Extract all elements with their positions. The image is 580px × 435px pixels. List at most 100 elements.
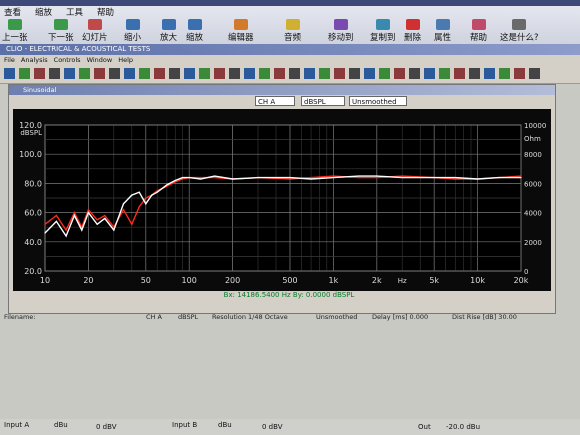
y2-tick-label: 2000 <box>524 239 542 247</box>
app-toolbar-button[interactable] <box>499 68 510 79</box>
app-toolbar-button[interactable] <box>4 68 15 79</box>
data-point-1 <box>174 179 176 182</box>
app-toolbar-button[interactable] <box>319 68 330 79</box>
viewer-tool-11[interactable]: 属性 <box>434 19 451 43</box>
data-point-0 <box>310 176 312 179</box>
app-toolbar-button[interactable] <box>49 68 60 79</box>
app-toolbar-button[interactable] <box>124 68 135 79</box>
data-point-0 <box>181 178 184 180</box>
app-toolbar-button[interactable] <box>64 68 75 79</box>
app-toolbar-button[interactable] <box>529 68 540 79</box>
app-toolbar-button[interactable] <box>424 68 435 79</box>
input-b-value[interactable]: 0 dBV <box>262 423 283 431</box>
menu-tools[interactable]: 工具 <box>66 6 83 18</box>
app-toolbar-button[interactable] <box>334 68 345 79</box>
data-point-1 <box>138 191 140 193</box>
data-point-1 <box>122 203 125 205</box>
app-toolbar-button[interactable] <box>139 68 150 79</box>
app-menu-window[interactable]: Window <box>87 55 113 65</box>
app-toolbar-button[interactable] <box>439 68 450 79</box>
app-toolbar-button[interactable] <box>304 68 315 79</box>
app-toolbar-button[interactable] <box>154 68 165 79</box>
app-toolbar-button[interactable] <box>244 68 255 79</box>
app-toolbar-button[interactable] <box>364 68 375 79</box>
x-tick-label: 100 <box>182 276 197 285</box>
viewer-tool-6[interactable]: 编辑器 <box>228 19 254 43</box>
whats-this-icon <box>512 19 527 30</box>
app-toolbar-button[interactable] <box>454 68 465 79</box>
app-menu-help[interactable]: Help <box>118 55 133 65</box>
viewer-tool-1[interactable]: 下一张 <box>48 19 74 43</box>
input-a-unit: dBu <box>54 421 68 429</box>
app-toolbar-button[interactable] <box>409 68 420 79</box>
app-toolbar-button[interactable] <box>259 68 270 79</box>
app-toolbar-button[interactable] <box>109 68 120 79</box>
viewer-tool-label: 上一张 <box>2 33 28 43</box>
input-b-label: Input B <box>172 421 198 429</box>
channel-select[interactable]: CH A <box>255 96 295 106</box>
input-a-value[interactable]: 0 dBV <box>96 423 117 431</box>
app-toolbar-button[interactable] <box>274 68 285 79</box>
viewer-tool-label: 移动到 <box>328 33 354 43</box>
viewer-tool-13[interactable]: 这是什么? <box>500 19 539 43</box>
units-select-value: dBSPL <box>304 98 326 106</box>
y-tick-label: 100.0 <box>19 150 42 159</box>
data-point-1 <box>257 176 259 179</box>
data-point-0 <box>138 206 140 208</box>
viewer-tool-label: 下一张 <box>48 33 74 43</box>
app-toolbar-button[interactable] <box>199 68 210 79</box>
viewer-tool-7[interactable]: 音频 <box>284 19 301 43</box>
data-point-0 <box>401 175 403 177</box>
app-title-bar: CLIO - ELECTRICAL & ACOUSTICAL TESTS <box>0 44 580 55</box>
app-toolbar-button[interactable] <box>184 68 195 79</box>
app-toolbar-button[interactable] <box>469 68 480 79</box>
app-toolbar-button[interactable] <box>394 68 405 79</box>
x-tick-label: 200 <box>225 276 240 285</box>
viewer-tool-3[interactable]: 缩小 <box>124 19 141 43</box>
app-menu-analysis[interactable]: Analysis <box>21 55 48 65</box>
app-menu-controls[interactable]: Controls <box>54 55 81 65</box>
viewer-tool-4[interactable]: 放大 <box>160 19 177 43</box>
viewer-tool-0[interactable]: 上一张 <box>2 19 28 43</box>
menu-zoom[interactable]: 缩放 <box>35 6 52 18</box>
data-point-1 <box>188 176 190 179</box>
app-toolbar-button[interactable] <box>514 68 525 79</box>
data-point-1 <box>401 176 403 179</box>
app-toolbar-button[interactable] <box>34 68 45 79</box>
status-line: Filename: CH A dBSPL Resolution 1/48 Oct… <box>0 311 580 323</box>
output-value[interactable]: -20.0 dBu <box>446 423 480 431</box>
data-point-0 <box>87 209 90 211</box>
app-toolbar-button[interactable] <box>229 68 240 79</box>
app-toolbar-button[interactable] <box>289 68 300 79</box>
slideshow-icon <box>87 19 102 30</box>
data-point-1 <box>520 176 522 179</box>
status-dist: Dist Rise [dB] 30.00 <box>452 313 517 321</box>
app-toolbar-button[interactable] <box>169 68 180 79</box>
units-select[interactable]: dBSPL <box>301 96 345 106</box>
menu-help[interactable]: 帮助 <box>97 6 114 18</box>
viewer-tool-9[interactable]: 复制到 <box>370 19 396 43</box>
app-toolbar-button[interactable] <box>484 68 495 79</box>
frequency-response-chart[interactable]: 10 20 50 100 200 500 1k 2k 5k 10k 20k Hz 20.0 40.0 60.… <box>13 109 551 291</box>
data-point-1 <box>87 212 90 214</box>
app-toolbar-button[interactable] <box>79 68 90 79</box>
app-toolbar-button[interactable] <box>214 68 225 79</box>
menu-view[interactable]: 查看 <box>4 6 21 18</box>
data-point-0 <box>73 212 76 214</box>
viewer-tool-8[interactable]: 移动到 <box>328 19 354 43</box>
viewer-tool-10[interactable]: 删除 <box>404 19 421 43</box>
viewer-tool-5[interactable]: 缩放 <box>186 19 203 43</box>
data-point-1 <box>454 176 456 179</box>
app-toolbar-button[interactable] <box>19 68 30 79</box>
viewer-tool-label: 删除 <box>404 33 422 43</box>
app-toolbar-button[interactable] <box>94 68 105 79</box>
smoothing-select[interactable]: Unsmoothed <box>349 96 407 106</box>
viewer-tool-2[interactable]: 幻灯片 <box>82 19 108 43</box>
app-menu-file[interactable]: File <box>4 55 15 65</box>
data-point-0 <box>520 175 522 177</box>
viewer-tool-12[interactable]: 帮助 <box>470 19 487 43</box>
app-toolbar-button[interactable] <box>349 68 360 79</box>
app-toolbar-button[interactable] <box>379 68 390 79</box>
data-point-1 <box>55 220 58 222</box>
zoom-in-icon <box>161 19 176 30</box>
